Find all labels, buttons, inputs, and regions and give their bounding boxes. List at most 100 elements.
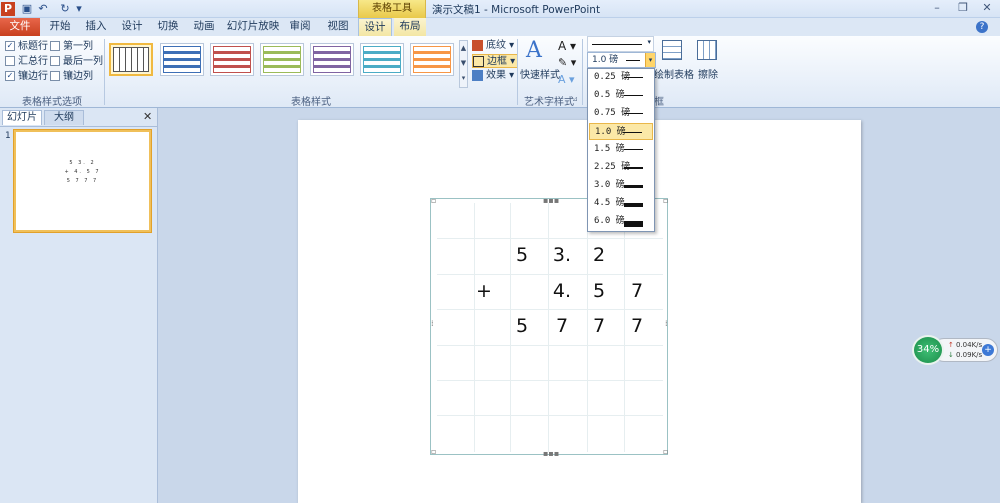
upload-arrow-icon: ↑ [948, 341, 954, 349]
resize-handle[interactable]: ▫ [431, 448, 436, 456]
checkbox-banded-columns[interactable]: 镶边列 [50, 70, 93, 83]
customize-icon[interactable]: ▾ [72, 2, 86, 16]
weight-option-selected[interactable]: 1.0 磅 [589, 123, 653, 140]
close-pane-icon[interactable]: ✕ [143, 110, 152, 123]
group-label-table-styles: 表格样式 [291, 97, 331, 108]
table-style-swatch[interactable] [210, 43, 254, 76]
redo-icon[interactable]: ↻ [58, 2, 72, 16]
resize-handle[interactable]: ▫ [431, 197, 436, 205]
eraser-button[interactable]: 擦除 [698, 66, 718, 81]
tab-animations[interactable]: 动画 [188, 18, 220, 36]
border-button[interactable]: 边框 ▾ [472, 54, 519, 68]
save-icon[interactable]: ▣ [20, 2, 34, 16]
table-style-swatch[interactable] [109, 43, 153, 76]
thumb-row: 5 7 7 7 [66, 178, 99, 184]
effects-button[interactable]: 效果 ▾ [472, 69, 514, 83]
weight-option[interactable]: 0.25 磅 [589, 69, 653, 86]
tab-transitions[interactable]: 切换 [152, 18, 184, 36]
tab-slideshow[interactable]: 幻灯片放映 [226, 18, 280, 36]
shading-button[interactable]: 底纹 ▾ [472, 39, 514, 53]
table-cell[interactable]: 7 [619, 315, 655, 337]
resize-handle[interactable]: ⁞ [431, 320, 434, 328]
checkbox-last-column[interactable]: 最后一列 [50, 55, 103, 68]
table-cell[interactable]: 2 [581, 244, 617, 266]
effects-icon [472, 70, 483, 81]
quick-styles-button[interactable]: 快速样式 [520, 66, 560, 81]
ribbon: ✓ 标题行 第一列 汇总行 最后一列 ✓ 镶边行 镶边列 表格样式选项 ▲ ▼ ▾ 底纹… [0, 36, 1000, 108]
download-arrow-icon: ↓ [948, 351, 954, 359]
table-style-swatch[interactable] [160, 43, 204, 76]
table-cell[interactable]: 7 [581, 315, 617, 337]
table-cell[interactable]: 4. [544, 280, 580, 302]
weight-option[interactable]: 0.75 磅 [589, 105, 653, 122]
resize-handle[interactable]: ▫ [663, 448, 668, 456]
table-cell[interactable]: 7 [544, 315, 580, 337]
tab-home[interactable]: 开始 [44, 18, 76, 36]
table-style-swatch[interactable] [410, 43, 454, 76]
dialog-launcher-icon[interactable]: ⊿ [572, 95, 578, 103]
table-style-swatch[interactable] [260, 43, 304, 76]
tab-file[interactable]: 文件 [0, 18, 40, 36]
table-cell[interactable]: + [466, 280, 502, 302]
check-icon: ✓ [5, 41, 15, 51]
restore-icon[interactable]: ❐ [950, 1, 976, 16]
weight-option[interactable]: 2.25 磅 [589, 159, 653, 176]
add-icon[interactable]: + [982, 344, 994, 356]
tab-slides[interactable]: 幻灯片 [2, 110, 42, 125]
table-style-swatch[interactable] [310, 43, 354, 76]
document-title: 演示文稿1 - Microsoft PowerPoint [432, 4, 601, 16]
text-fill-icon[interactable]: A ▾ [558, 39, 576, 53]
resize-handle[interactable]: ▪▪▪ [543, 197, 559, 205]
draw-table-button[interactable]: 绘制表格 [654, 66, 694, 81]
table-cell[interactable]: 3. [544, 244, 580, 266]
weight-option[interactable]: 6.0 磅 [589, 213, 653, 230]
table-cell[interactable]: 7 [619, 280, 655, 302]
help-icon[interactable]: ? [976, 21, 988, 33]
weight-option[interactable]: 3.0 磅 [589, 177, 653, 194]
powerpoint-logo-icon[interactable]: P [1, 2, 15, 16]
draw-table-icon[interactable] [662, 40, 682, 60]
cpu-usage-badge: 34% [912, 335, 944, 365]
gallery-scroll[interactable]: ▲ ▼ ▾ [459, 40, 468, 88]
tab-table-layout[interactable]: 布局 [394, 18, 426, 36]
weight-option[interactable]: 4.5 磅 [589, 195, 653, 212]
text-outline-icon[interactable]: ✎ ▾ [558, 56, 576, 69]
table-style-swatch[interactable] [360, 43, 404, 76]
tab-review[interactable]: 审阅 [284, 18, 316, 36]
eraser-icon[interactable] [697, 40, 717, 60]
tab-view[interactable]: 视图 [322, 18, 354, 36]
pen-weight-menu: 0.25 磅 0.5 磅 0.75 磅 1.0 磅 1.5 磅 2.25 磅 3… [587, 68, 655, 232]
slide-thumbnail[interactable]: 5 3. 2 + 4. 5 7 5 7 7 7 [14, 130, 151, 232]
tab-design[interactable]: 设计 [116, 18, 148, 36]
resize-handle[interactable]: ⁞ [665, 320, 668, 328]
group-label-wordart: 艺术字样式 [524, 97, 574, 108]
chevron-down-icon[interactable]: ▾ [645, 53, 655, 67]
slide-number: 1 [5, 131, 11, 141]
resize-handle[interactable]: ▫ [663, 197, 668, 205]
title-bar: P ▣ ↶ ↻ ▾ 表格工具 演示文稿1 - Microsoft PowerPo… [0, 0, 1000, 18]
checkbox-header-row[interactable]: ✓ 标题行 [5, 40, 48, 53]
undo-icon[interactable]: ↶ [36, 2, 50, 16]
resize-handle[interactable]: ▪▪▪ [543, 450, 559, 458]
checkbox-first-column[interactable]: 第一列 [50, 40, 93, 53]
table-cell[interactable]: 5 [581, 280, 617, 302]
thumb-row: + 4. 5 7 [64, 169, 101, 175]
pen-weight-select[interactable]: 1.0 磅 ▾ [587, 52, 656, 68]
close-icon[interactable]: ✕ [974, 1, 1000, 16]
weight-option[interactable]: 0.5 磅 [589, 87, 653, 104]
quick-styles-icon[interactable]: A [526, 38, 542, 63]
table-cell[interactable]: 5 [504, 315, 540, 337]
tab-insert[interactable]: 插入 [80, 18, 112, 36]
minimize-icon[interactable]: – [924, 1, 950, 16]
table-cell[interactable]: 5 [504, 244, 540, 266]
thumb-row: 5 3. 2 [69, 160, 96, 166]
tab-outline[interactable]: 大纲 [44, 110, 84, 125]
tab-table-design[interactable]: 设计 [358, 18, 392, 36]
ribbon-tab-bar [0, 18, 1000, 36]
checkbox-total-row[interactable]: 汇总行 [5, 55, 48, 68]
text-effects-icon[interactable]: A ▾ [558, 73, 575, 86]
weight-option[interactable]: 1.5 磅 [589, 141, 653, 158]
checkbox-banded-rows[interactable]: ✓ 镶边行 [5, 70, 48, 83]
network-speed-widget[interactable]: 34% ↑ 0.04K/s ↓ 0.09K/s + [912, 335, 998, 365]
pen-style-select[interactable]: ▾ [587, 36, 654, 52]
